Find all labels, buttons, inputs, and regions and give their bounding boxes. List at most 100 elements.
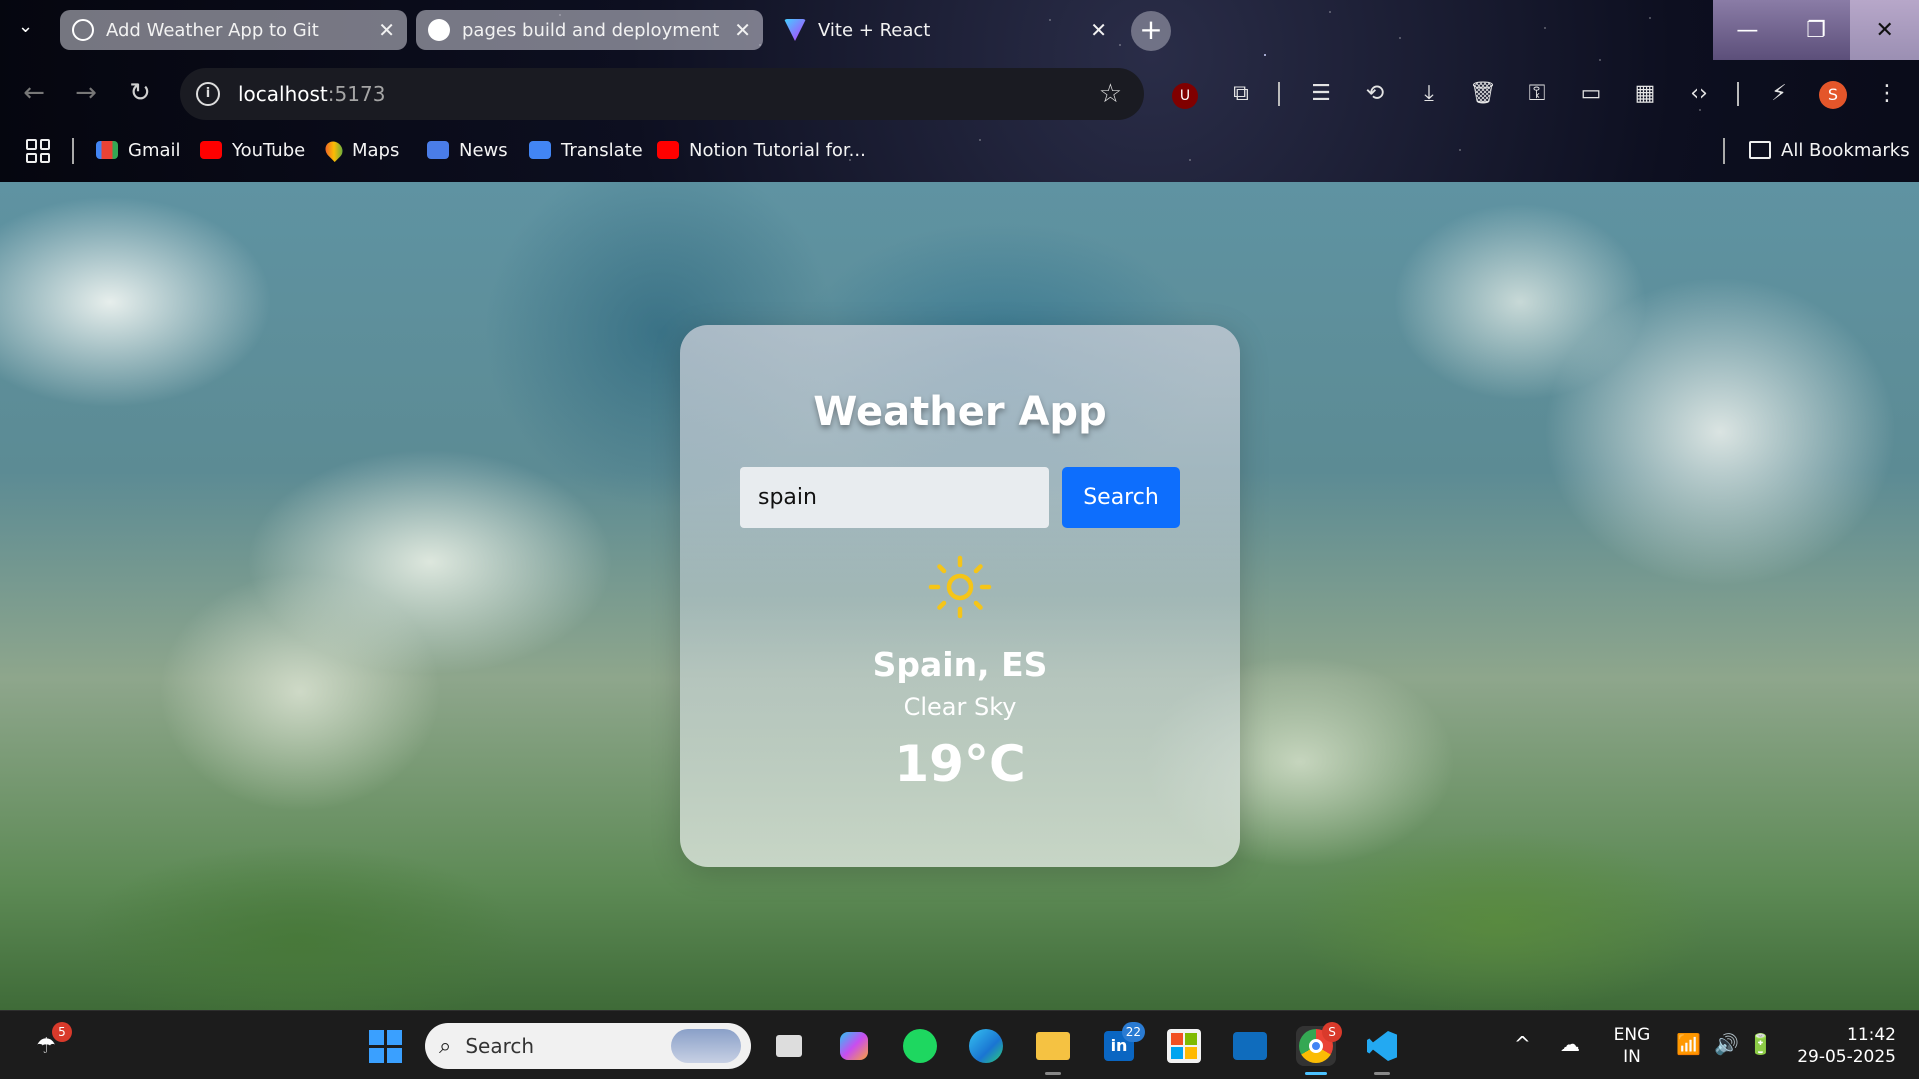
browser-toolbar: ← → ↻ i localhost:5173 ☆ U ⧉ ☰ ⟲ ⤓ 🗑 ⚿ ▭… bbox=[0, 68, 1919, 120]
reading-mode-icon[interactable]: ▭ bbox=[1576, 80, 1606, 110]
clock-time: 11:42 bbox=[1847, 1025, 1896, 1045]
microsoft-store-icon[interactable] bbox=[1164, 1026, 1204, 1066]
weather-badge: 5 bbox=[52, 1022, 72, 1042]
file-explorer-icon[interactable] bbox=[1033, 1026, 1073, 1075]
bookmark-label: Translate bbox=[561, 139, 643, 161]
search-highlight-image bbox=[671, 1029, 741, 1063]
reading-list-icon[interactable]: ☰ bbox=[1306, 80, 1336, 110]
outlook-icon[interactable] bbox=[1230, 1026, 1270, 1066]
bookmark-label: Notion Tutorial for... bbox=[689, 139, 866, 161]
site-info-icon[interactable]: i bbox=[196, 82, 220, 106]
minimize-button[interactable]: — bbox=[1713, 0, 1782, 60]
delete-icon[interactable]: 🗑 bbox=[1468, 80, 1498, 110]
wifi-icon[interactable]: 📶 bbox=[1676, 1033, 1701, 1055]
youtube-icon bbox=[657, 141, 679, 159]
password-key-icon[interactable]: ⚿ bbox=[1522, 80, 1552, 110]
url-host: localhost bbox=[238, 82, 328, 106]
reload-button[interactable]: ↻ bbox=[122, 76, 158, 112]
new-tab-button[interactable]: + bbox=[1131, 11, 1171, 51]
tab-vite-react[interactable]: Vite + React ✕ bbox=[772, 10, 1119, 50]
bookmark-youtube[interactable]: YouTube bbox=[200, 136, 305, 164]
bookmark-news[interactable]: News bbox=[427, 136, 508, 164]
tab-title: Vite + React bbox=[818, 19, 931, 41]
bookmarks-divider bbox=[1723, 138, 1725, 164]
browser-chrome: ⌄ Add Weather App to Git ✕ pages build a… bbox=[0, 0, 1919, 182]
chrome-profile-badge: S bbox=[1322, 1022, 1342, 1042]
app-title: Weather App bbox=[813, 389, 1107, 435]
show-hidden-icons-chevron[interactable]: ^ bbox=[1514, 1033, 1531, 1055]
forward-button[interactable]: → bbox=[68, 76, 104, 112]
history-icon[interactable]: ⟲ bbox=[1360, 80, 1390, 110]
close-icon[interactable]: ✕ bbox=[1090, 18, 1107, 42]
bookmark-gmail[interactable]: Gmail bbox=[96, 136, 181, 164]
vite-icon bbox=[784, 19, 806, 41]
apps-grid-icon[interactable] bbox=[26, 139, 50, 163]
page-background: Weather App Search Spain, ES Clear Sky 1… bbox=[0, 182, 1919, 1010]
github-icon bbox=[428, 19, 450, 41]
search-icon: ⌕ bbox=[439, 1033, 452, 1059]
onedrive-error-icon[interactable]: ☁ bbox=[1560, 1033, 1580, 1055]
restore-button[interactable]: ❐ bbox=[1781, 0, 1851, 60]
performance-icon[interactable]: ⚡ bbox=[1764, 80, 1794, 110]
ublock-extension-icon[interactable]: U bbox=[1170, 80, 1200, 110]
gmail-icon bbox=[96, 141, 118, 159]
city-search-input[interactable] bbox=[740, 467, 1049, 528]
all-bookmarks-button[interactable]: All Bookmarks bbox=[1749, 136, 1910, 164]
back-button[interactable]: ← bbox=[16, 76, 52, 112]
vscode-icon[interactable] bbox=[1362, 1026, 1402, 1075]
qr-code-icon[interactable]: ▦ bbox=[1630, 80, 1660, 110]
search-button[interactable]: Search bbox=[1062, 467, 1180, 528]
menu-kebab-icon[interactable]: ⋮ bbox=[1872, 80, 1902, 110]
bookmark-notion-tutorial[interactable]: Notion Tutorial for... bbox=[657, 136, 866, 164]
chrome-icon[interactable]: S bbox=[1296, 1022, 1342, 1075]
task-view-icon[interactable] bbox=[769, 1026, 809, 1066]
weather-widget-icon[interactable]: ☂ 5 bbox=[26, 1022, 72, 1066]
bookmark-maps[interactable]: Maps bbox=[321, 136, 400, 164]
linkedin-icon[interactable]: in 22 bbox=[1099, 1022, 1145, 1066]
tab-search-button[interactable]: ⌄ bbox=[18, 16, 33, 37]
news-icon bbox=[427, 141, 449, 159]
translate-icon bbox=[529, 141, 551, 159]
tab-add-weather-app[interactable]: Add Weather App to Git ✕ bbox=[60, 10, 407, 50]
running-indicator bbox=[1374, 1072, 1390, 1075]
address-bar[interactable]: i localhost:5173 ☆ bbox=[180, 68, 1144, 120]
tab-pages-build[interactable]: pages build and deployment ✕ bbox=[416, 10, 763, 50]
maps-pin-icon bbox=[321, 137, 347, 163]
running-indicator bbox=[1305, 1072, 1327, 1075]
spotify-icon[interactable] bbox=[900, 1026, 940, 1066]
linkedin-badge: 22 bbox=[1121, 1022, 1145, 1042]
language-code: ENG bbox=[1613, 1025, 1651, 1045]
language-indicator[interactable]: ENG IN bbox=[1610, 1024, 1654, 1068]
folder-icon bbox=[1749, 141, 1771, 159]
profile-avatar[interactable]: S bbox=[1819, 81, 1847, 109]
volume-icon[interactable]: 🔊 bbox=[1714, 1033, 1739, 1055]
battery-charging-icon[interactable]: 🔋 bbox=[1748, 1033, 1773, 1055]
extensions-puzzle-icon[interactable]: ⧉ bbox=[1226, 80, 1256, 110]
start-windows-icon[interactable] bbox=[365, 1026, 405, 1066]
region-code: IN bbox=[1623, 1047, 1641, 1067]
youtube-icon bbox=[200, 141, 222, 159]
tab-title: Add Weather App to Git bbox=[106, 19, 319, 41]
window-controls: — ❐ ✕ bbox=[1713, 0, 1919, 60]
close-icon[interactable]: ✕ bbox=[378, 18, 395, 42]
bookmarks-bar: Gmail YouTube Maps News Translate Notion… bbox=[0, 130, 1919, 170]
devtools-code-icon[interactable]: ‹› bbox=[1684, 80, 1714, 110]
weather-card: Weather App Search Spain, ES Clear Sky 1… bbox=[680, 325, 1240, 867]
bookmark-star-icon[interactable]: ☆ bbox=[1099, 79, 1122, 109]
bookmark-label: YouTube bbox=[232, 139, 306, 161]
address-url: localhost:5173 bbox=[238, 82, 385, 106]
close-icon[interactable]: ✕ bbox=[734, 18, 751, 42]
chatgpt-icon bbox=[72, 19, 94, 41]
taskbar-search-placeholder: Search bbox=[465, 1034, 535, 1058]
bookmark-translate[interactable]: Translate bbox=[529, 136, 643, 164]
edge-icon[interactable] bbox=[966, 1026, 1006, 1066]
sun-icon bbox=[928, 555, 992, 619]
taskbar-search-box[interactable]: ⌕ Search bbox=[425, 1023, 751, 1069]
condition-label: Clear Sky bbox=[903, 693, 1017, 721]
download-icon[interactable]: ⤓ bbox=[1414, 80, 1444, 110]
bookmark-label: Maps bbox=[352, 139, 400, 161]
window-close-button[interactable]: ✕ bbox=[1850, 0, 1919, 60]
clock[interactable]: 11:42 29-05-2025 bbox=[1788, 1024, 1896, 1068]
location-label: Spain, ES bbox=[872, 645, 1048, 684]
copilot-icon[interactable] bbox=[834, 1026, 874, 1066]
